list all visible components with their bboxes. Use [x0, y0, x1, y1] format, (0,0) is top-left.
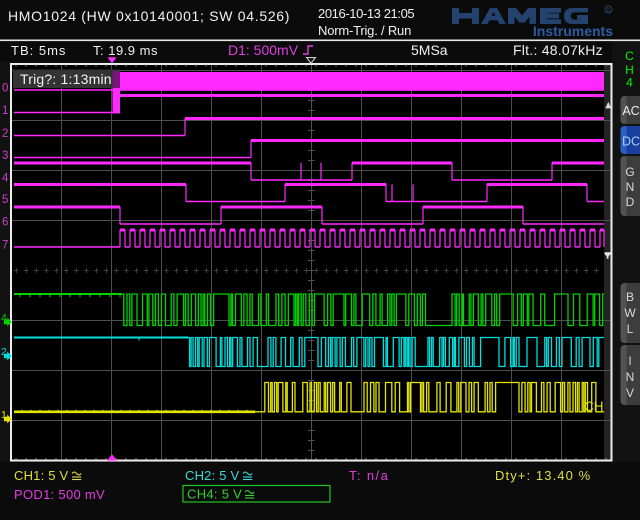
- svg-text:V: V: [626, 386, 634, 400]
- svg-text:Flt.: 48.07kHz: Flt.: 48.07kHz: [513, 42, 603, 58]
- svg-text:TB: 5ms: TB: 5ms: [11, 43, 66, 58]
- svg-text:T: 19.9 ms: T: 19.9 ms: [93, 43, 158, 58]
- svg-text:D: D: [626, 195, 635, 209]
- svg-text:2: 2: [2, 128, 8, 140]
- svg-text:T: n/a: T: n/a: [349, 468, 389, 483]
- svg-text:D1: 500mV: D1: 500mV: [228, 42, 299, 58]
- svg-text:I: I: [628, 354, 631, 368]
- svg-text:N: N: [626, 370, 635, 384]
- svg-text:G: G: [625, 165, 634, 179]
- svg-text:CH2: 5 V: CH2: 5 V: [185, 468, 239, 483]
- svg-text:DC: DC: [622, 135, 640, 149]
- svg-text:5: 5: [2, 194, 8, 206]
- svg-text:C: C: [625, 49, 634, 63]
- svg-text:L: L: [627, 322, 634, 336]
- svg-text:Norm-Trig. / Run: Norm-Trig. / Run: [318, 23, 411, 38]
- svg-text:Trig?: 1:13min: Trig?: 1:13min: [20, 71, 112, 87]
- svg-text:R: R: [607, 8, 611, 14]
- svg-text:CH1: 5 V: CH1: 5 V: [14, 468, 68, 483]
- svg-text:AC: AC: [622, 104, 639, 118]
- svg-text:B: B: [626, 290, 634, 304]
- svg-text:HMO1024 (HW 0x10140001; SW 04.: HMO1024 (HW 0x10140001; SW 04.526): [8, 8, 290, 24]
- svg-text:CH: CH: [584, 399, 604, 414]
- svg-text:W: W: [624, 306, 636, 320]
- svg-text:3: 3: [2, 150, 8, 162]
- svg-text:2016-10-13 21:05: 2016-10-13 21:05: [318, 6, 414, 21]
- svg-text:Instruments: Instruments: [533, 23, 613, 39]
- svg-text:4: 4: [2, 173, 9, 185]
- svg-text:N: N: [626, 180, 635, 194]
- svg-text:6: 6: [2, 217, 8, 229]
- svg-text:5MSa: 5MSa: [411, 42, 448, 58]
- svg-text:0: 0: [2, 83, 8, 95]
- svg-text:CH4: 5 V: CH4: 5 V: [187, 487, 242, 502]
- svg-text:POD1: 500 mV: POD1: 500 mV: [14, 487, 105, 502]
- svg-text:7: 7: [2, 240, 8, 252]
- svg-text:Dty+: 13.40 %: Dty+: 13.40 %: [495, 468, 591, 483]
- svg-text:1: 1: [2, 105, 8, 117]
- svg-text:4: 4: [626, 76, 633, 90]
